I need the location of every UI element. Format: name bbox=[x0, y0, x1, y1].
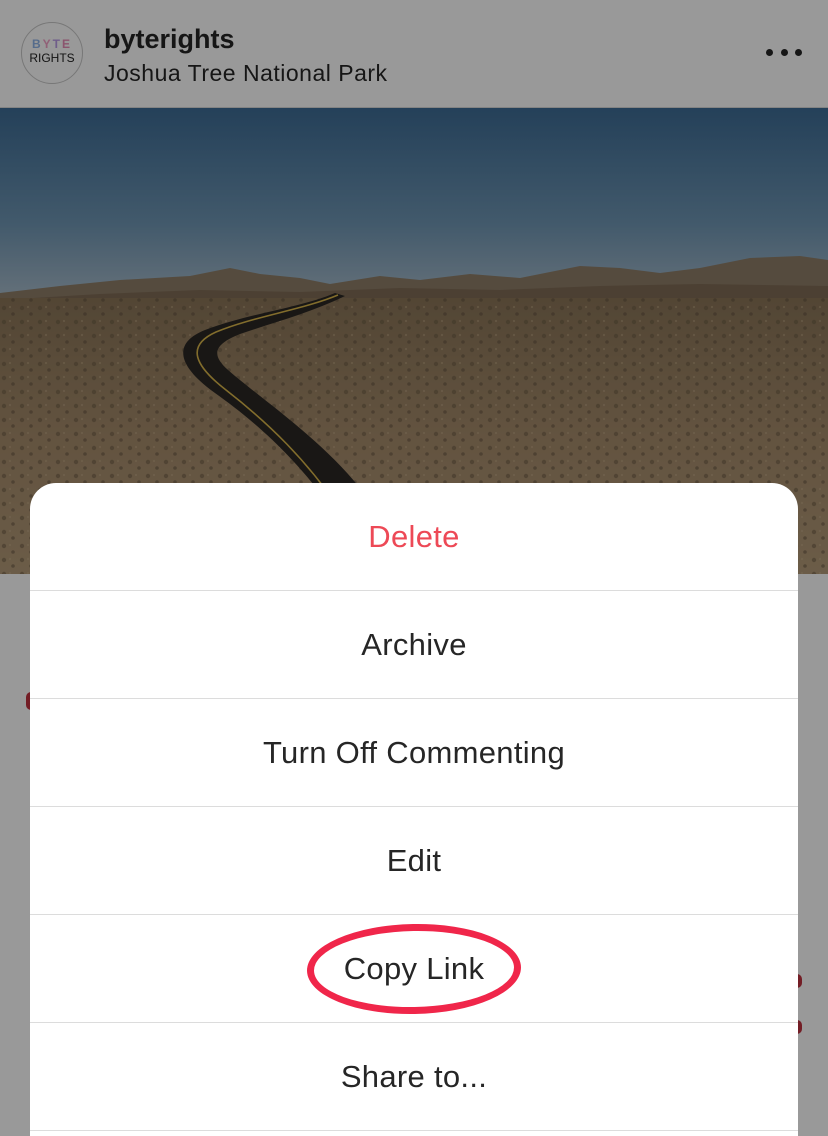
screen: BYTE RIGHTS byterights Joshua Tree Natio… bbox=[0, 0, 828, 1136]
copy-link-button[interactable]: Copy Link bbox=[30, 915, 798, 1023]
archive-button[interactable]: Archive bbox=[30, 591, 798, 699]
share-to-button[interactable]: Share to... bbox=[30, 1023, 798, 1131]
edit-button[interactable]: Edit bbox=[30, 807, 798, 915]
turn-off-commenting-button[interactable]: Turn Off Commenting bbox=[30, 699, 798, 807]
delete-button[interactable]: Delete bbox=[30, 483, 798, 591]
action-sheet: Delete Archive Turn Off Commenting Edit … bbox=[30, 483, 798, 1136]
